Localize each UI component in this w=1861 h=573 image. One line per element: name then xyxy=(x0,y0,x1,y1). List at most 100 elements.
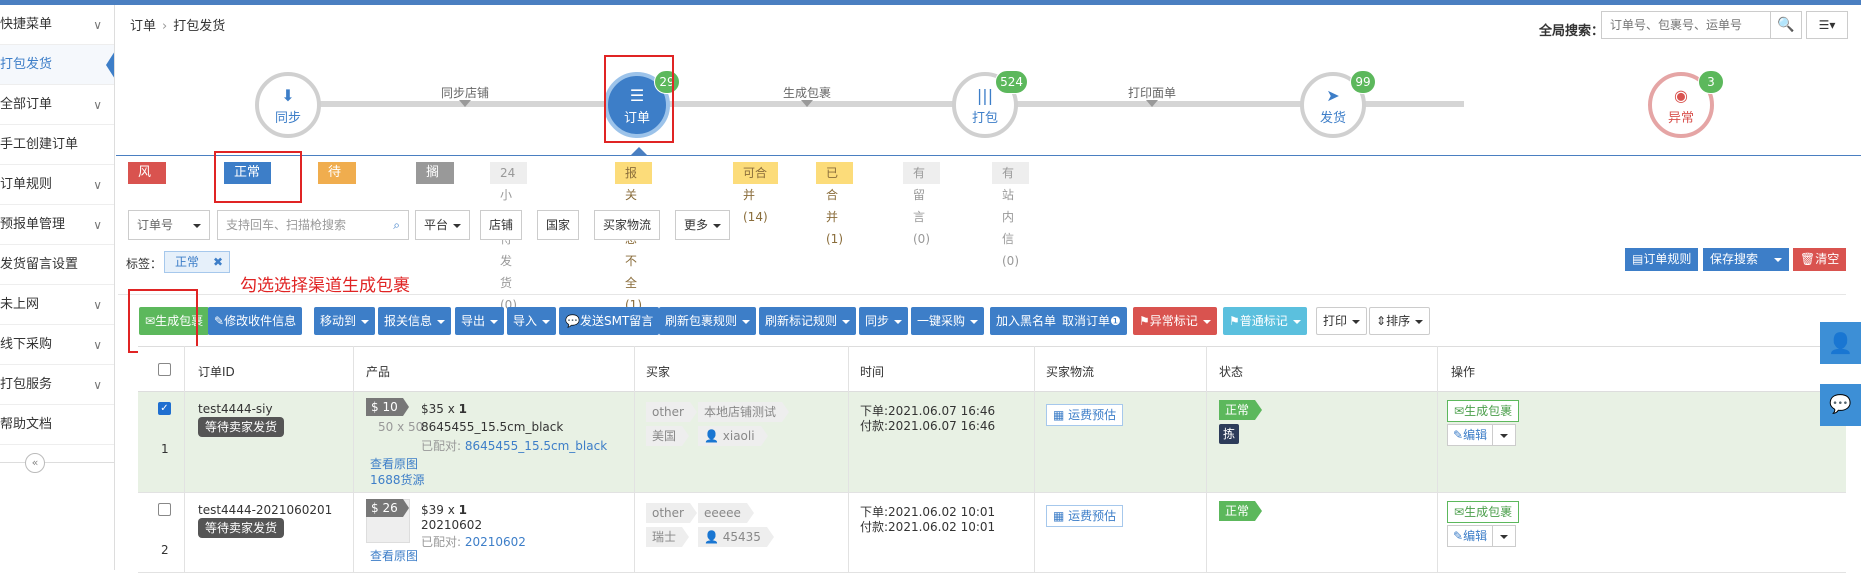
order-rule-button[interactable]: ▤订单规则 xyxy=(1625,248,1699,271)
tag-chip[interactable]: 正常 ✖ xyxy=(164,251,230,273)
tab-pending-confirm[interactable]: 待确认 (3) xyxy=(318,162,365,246)
close-icon[interactable]: ✖ xyxy=(213,252,223,272)
pay-time: 付款:2021.06.02 10:01 xyxy=(860,520,996,534)
row-generate-package-button[interactable]: ✉生成包裹 xyxy=(1447,400,1520,422)
buyer-logistics-button[interactable]: 买家物流 xyxy=(594,210,661,240)
row-checkbox[interactable]: ✓ xyxy=(158,402,171,415)
collapse-sidebar-icon[interactable]: « xyxy=(25,453,45,473)
cancel-order-button[interactable]: 取消订单❶ xyxy=(1056,307,1127,335)
step-exception[interactable]: ◉ 异常 3 xyxy=(1648,70,1724,138)
tab-mergeable[interactable]: 可合并 (14) xyxy=(733,162,778,224)
refresh-package-rule-button[interactable]: 刷新包裹规则 xyxy=(659,307,757,335)
search-input[interactable]: 支持回车、扫描枪搜索 ⌕ xyxy=(217,210,409,240)
tab-risk[interactable]: 风控中 (0) xyxy=(128,162,175,246)
edit-receiver-button[interactable]: ✎修改收件信息 xyxy=(208,307,303,335)
select-value: 订单号 xyxy=(137,218,174,232)
step-ship[interactable]: ➤ 发货 99 xyxy=(1300,70,1376,138)
view-toggle-icon[interactable]: ☰▾ xyxy=(1806,11,1848,39)
export-button[interactable]: 导出 xyxy=(455,307,505,335)
normal-mark-button[interactable]: ⚑普通标记 xyxy=(1223,307,1307,335)
tab-customs-incomplete[interactable]: 报关信息不全 (1) xyxy=(615,162,652,312)
view-image-link[interactable]: 查看原图 xyxy=(370,455,418,472)
sidebar-item-ship-message[interactable]: 发货留言设置 xyxy=(0,245,114,285)
country-button[interactable]: 国家 xyxy=(537,210,580,240)
table-row[interactable]: 2 test4444-2021060201 等待卖家发货 $ 26 $39 x … xyxy=(138,493,1846,573)
sync-button[interactable]: 同步 xyxy=(859,307,909,335)
breadcrumb-root[interactable]: 订单 xyxy=(130,19,156,34)
freight-estimate-button[interactable]: ▦ 运费预估 xyxy=(1046,505,1124,527)
move-to-button[interactable]: 移动到 xyxy=(314,307,376,335)
sort-button[interactable]: ⇕排序 xyxy=(1369,307,1431,335)
column-divider xyxy=(634,346,635,573)
tab-has-inbox[interactable]: 有站内信 (0) xyxy=(992,162,1029,268)
table-row[interactable]: ✓ 1 test4444-siy 等待卖家发货 $ 10 50 x 50 $35… xyxy=(138,392,1846,493)
refresh-mark-rule-button[interactable]: 刷新标记规则 xyxy=(759,307,857,335)
one-click-purchase-button[interactable]: 一键采购 xyxy=(911,307,985,335)
tab-24h[interactable]: 24小时待发货 (0) xyxy=(490,162,527,312)
view-image-link[interactable]: 查看原图 xyxy=(370,547,418,564)
sidebar-item-order-rules[interactable]: 订单规则 ∨ xyxy=(0,165,114,205)
paired-info: 已配对: 8645455_15.5cm_black xyxy=(421,437,607,454)
order-status-badge: 等待卖家发货 xyxy=(198,518,285,538)
row-edit-button[interactable]: ✎编辑 xyxy=(1447,424,1494,446)
price-value: $39 x xyxy=(421,503,459,517)
button-label: 修改收件信息 xyxy=(224,314,297,328)
order-status-badge: 等待卖家发货 xyxy=(198,417,285,437)
column-divider xyxy=(848,346,849,573)
search-icon[interactable]: 🔍 xyxy=(1770,11,1802,39)
sidebar-item-pack-ship[interactable]: 打包发货 xyxy=(0,45,114,85)
sidebar-item-offline-purchase[interactable]: 线下采购 ∨ xyxy=(0,325,114,365)
sidebar-item-help[interactable]: 帮助文档 xyxy=(0,405,114,445)
breadcrumb-current: 打包发货 xyxy=(173,19,226,34)
sidebar-item-all-orders[interactable]: 全部订单 ∨ xyxy=(0,85,114,125)
dropdown-label: 平台 xyxy=(424,218,449,232)
sidebar-item-label: 订单规则 xyxy=(0,177,53,192)
tab-on-hold[interactable]: 搁置 (1) xyxy=(416,162,463,224)
more-dropdown[interactable]: 更多 xyxy=(675,210,731,240)
send-smt-message-button[interactable]: 💬发送SMT留言 xyxy=(559,307,660,335)
import-button[interactable]: 导入 xyxy=(507,307,557,335)
save-search-button[interactable]: 保存搜索 xyxy=(1703,248,1789,271)
tab-has-message[interactable]: 有留言 (0) xyxy=(903,162,940,246)
select-all-checkbox[interactable] xyxy=(158,363,171,376)
row-edit-button[interactable]: ✎编辑 xyxy=(1447,525,1494,547)
row-edit-dropdown[interactable] xyxy=(1492,525,1516,547)
sidebar-item-forecast[interactable]: 预报单管理 ∨ xyxy=(0,205,114,245)
buyer-name: 45435 xyxy=(722,530,761,544)
chevron-down-icon: ∨ xyxy=(93,18,102,32)
chevron-down-icon: ∨ xyxy=(93,338,102,352)
platform-dropdown[interactable]: 平台 xyxy=(415,210,471,240)
row-generate-package-button[interactable]: ✉生成包裹 xyxy=(1447,501,1520,523)
print-button[interactable]: 打印 xyxy=(1316,307,1368,335)
price-value: $35 x xyxy=(421,402,459,416)
button-label: 发送SMT留言 xyxy=(579,314,654,328)
sidebar-item-not-online[interactable]: 未上网 ∨ xyxy=(0,285,114,325)
exception-mark-button[interactable]: ⚑异常标记 xyxy=(1133,307,1217,335)
paired-link[interactable]: 20210602 xyxy=(465,535,526,549)
caret-icon xyxy=(1774,258,1782,262)
sidebar-item-pack-service[interactable]: 打包服务 ∨ xyxy=(0,365,114,405)
tab-label: 已合并 (1) xyxy=(826,166,843,246)
sidebar-item-quick-menu[interactable]: 快捷菜单 ∨ xyxy=(0,5,114,45)
customs-info-button[interactable]: 报关信息 xyxy=(378,307,452,335)
paired-link[interactable]: 8645455_15.5cm_black xyxy=(465,439,607,453)
status-badge: 正常 xyxy=(1219,501,1263,521)
row-checkbox[interactable] xyxy=(158,503,171,516)
step-sync[interactable]: ⬇ 同步 xyxy=(255,72,321,138)
global-search-input[interactable] xyxy=(1601,11,1771,39)
add-blacklist-button[interactable]: 加入黑名单 xyxy=(990,307,1063,335)
source-link[interactable]: 1688货源 xyxy=(370,471,425,488)
trash-icon: 🗑 xyxy=(1800,252,1816,266)
store-button[interactable]: 店铺 xyxy=(480,210,523,240)
order-no-select[interactable]: 订单号 xyxy=(128,210,210,240)
row-edit-dropdown[interactable] xyxy=(1492,424,1516,446)
freight-estimate-button[interactable]: ▦ 运费预估 xyxy=(1046,404,1124,426)
count-badge: 99 xyxy=(1350,70,1376,94)
step-pack[interactable]: ||| 打包 524 xyxy=(952,70,1028,138)
tab-merged[interactable]: 已合并 (1) xyxy=(816,162,853,246)
chat-icon[interactable]: 💬 xyxy=(1820,384,1861,426)
sidebar-item-manual-order[interactable]: 手工创建订单 xyxy=(0,125,114,165)
button-label: 店铺 xyxy=(489,218,514,232)
clear-button[interactable]: 🗑清空 xyxy=(1793,248,1847,271)
contact-icon[interactable]: 👤 xyxy=(1820,322,1861,364)
